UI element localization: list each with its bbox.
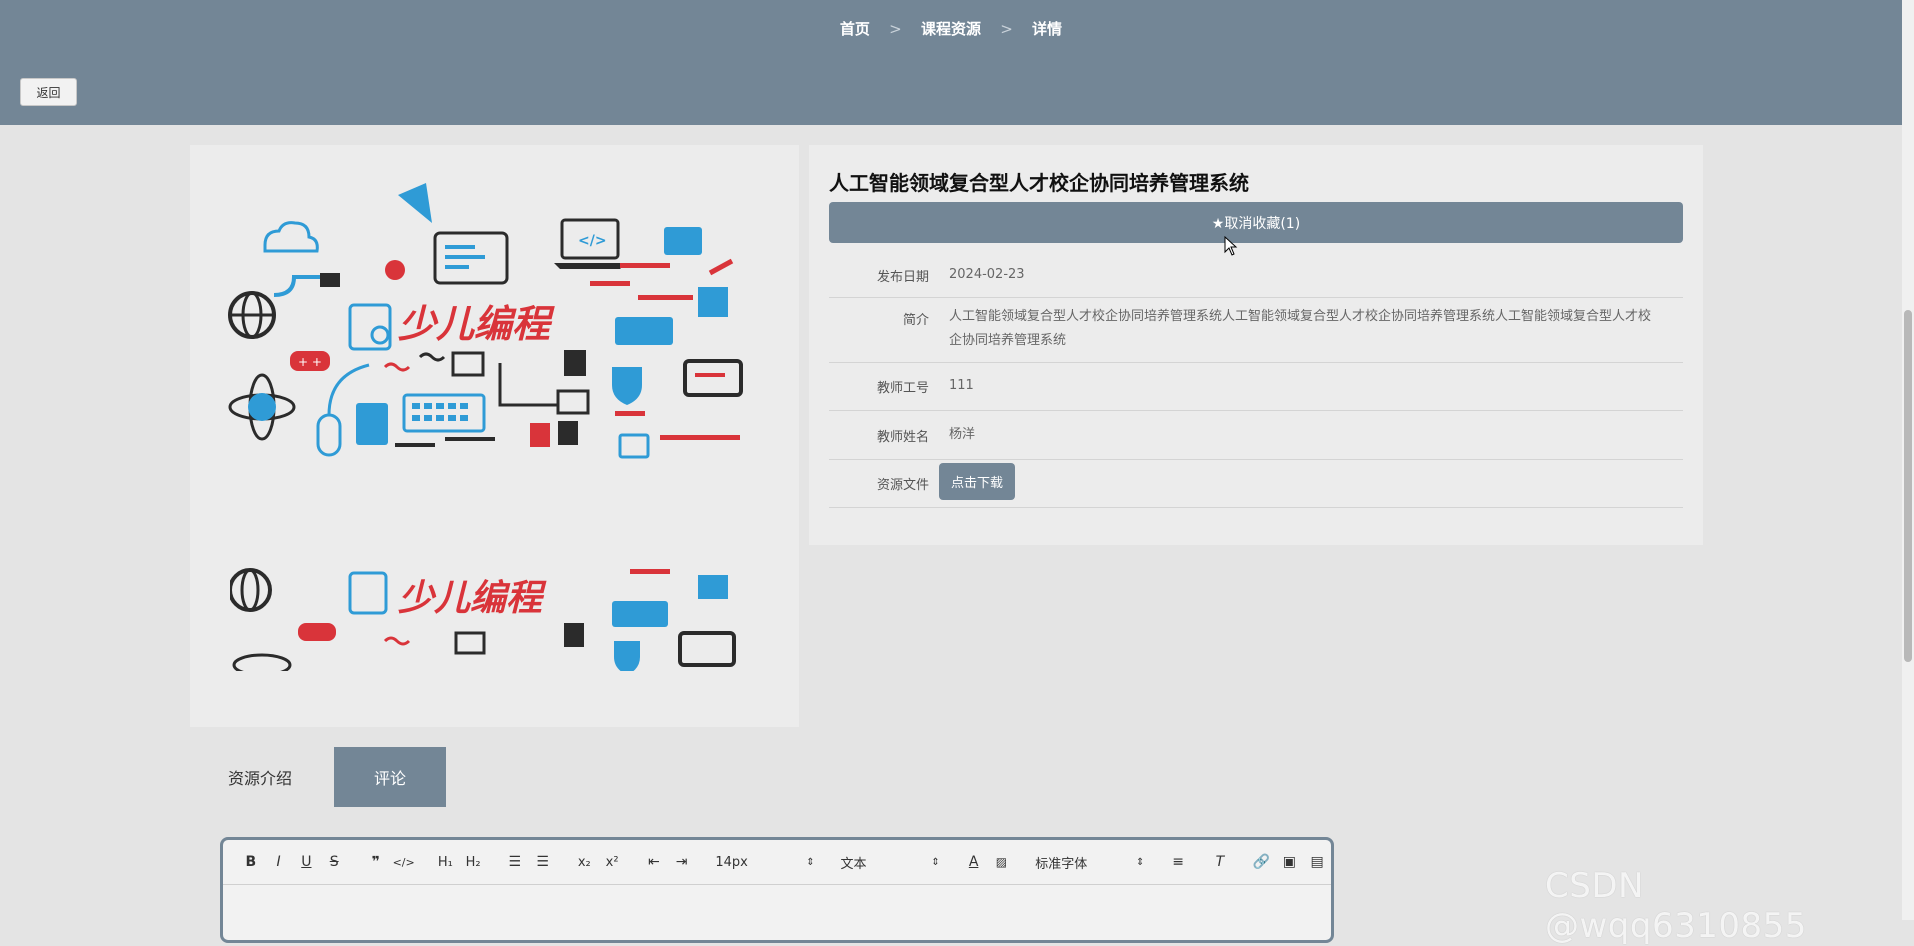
- breadcrumb-section[interactable]: 课程资源: [921, 20, 981, 38]
- back-button[interactable]: 返回: [20, 78, 77, 106]
- publish-date-label: 发布日期: [876, 270, 929, 285]
- font-size-value: 14px: [715, 854, 748, 870]
- publish-date-value: 2024-02-23: [949, 267, 1025, 282]
- tab-resource-intro[interactable]: 资源介绍: [210, 747, 310, 807]
- intro-value: 人工智能领域复合型人才校企协同培养管理系统人工智能领域复合型人才校企协同培养管理…: [949, 309, 1652, 348]
- cover-title-secondary: 少儿编程: [398, 578, 547, 619]
- breadcrumb-home[interactable]: 首页: [840, 20, 870, 38]
- info-row-teacher-name: 教师姓名 杨洋: [829, 410, 1683, 460]
- font-family-value: 标准字体: [1035, 856, 1088, 872]
- font-color-icon[interactable]: A: [960, 848, 988, 876]
- link-icon[interactable]: 🔗: [1248, 848, 1276, 876]
- cover-illustration: + + </> 少儿编程 少儿编程: [228, 183, 743, 671]
- top-banner: 首页 > 课程资源 > 详情 返回: [0, 0, 1902, 125]
- info-row-teacher-id: 教师工号 111: [829, 362, 1683, 411]
- cover-title: 少儿编程: [398, 302, 555, 346]
- breadcrumb-separator: >: [1000, 20, 1013, 38]
- align-icon[interactable]: ≡: [1164, 848, 1192, 876]
- code-block-icon[interactable]: </>: [390, 848, 418, 876]
- info-row-intro: 简介 人工智能领域复合型人才校企协同培养管理系统人工智能领域复合型人才校企协同培…: [829, 297, 1683, 363]
- bullet-list-icon[interactable]: ☰: [529, 848, 557, 876]
- strikethrough-icon[interactable]: S: [320, 848, 348, 876]
- cover-image-main: + + </> 少儿编程: [228, 183, 743, 459]
- editor-toolbar: B I U S ❞ </> H₁ H₂ ☰ ☰ x₂ x² ⇤ ⇥ 14px ⇕…: [223, 840, 1331, 885]
- block-type-select[interactable]: 文本 ⇕: [835, 848, 946, 876]
- teacher-name-label: 教师姓名: [876, 430, 929, 445]
- teacher-id-label: 教师工号: [876, 381, 929, 396]
- watermark: CSDN @wqq6310855: [1545, 866, 1807, 946]
- select-arrows-icon: ⇕: [806, 856, 815, 868]
- ordered-list-icon[interactable]: ☰: [501, 848, 529, 876]
- comment-editor[interactable]: B I U S ❞ </> H₁ H₂ ☰ ☰ x₂ x² ⇤ ⇥ 14px ⇕…: [220, 837, 1334, 943]
- svg-text:</>: </>: [578, 233, 607, 249]
- subscript-icon[interactable]: x₂: [570, 848, 598, 876]
- page-scrollbar[interactable]: [1902, 0, 1914, 920]
- breadcrumb-separator: >: [889, 20, 902, 38]
- resource-detail-panel: 人工智能领域复合型人才校企协同培养管理系统 ★取消收藏(1) 发布日期 2024…: [809, 145, 1703, 545]
- indent-icon[interactable]: ⇥: [668, 848, 696, 876]
- unfavorite-button[interactable]: ★取消收藏(1): [829, 202, 1683, 243]
- resource-file-label: 资源文件: [876, 478, 929, 493]
- image-icon[interactable]: ▣: [1275, 848, 1303, 876]
- background-color-icon[interactable]: ▨: [988, 848, 1016, 876]
- tab-comment[interactable]: 评论: [334, 747, 446, 807]
- blockquote-icon[interactable]: ❞: [362, 848, 390, 876]
- underline-icon[interactable]: U: [292, 848, 320, 876]
- italic-icon[interactable]: I: [265, 848, 293, 876]
- font-size-select[interactable]: 14px ⇕: [709, 848, 820, 876]
- select-arrows-icon: ⇕: [931, 856, 940, 868]
- resource-title: 人工智能领域复合型人才校企协同培养管理系统: [829, 171, 1249, 195]
- mouse-cursor-icon: [1224, 236, 1238, 256]
- download-button[interactable]: 点击下载: [939, 463, 1015, 500]
- font-family-select[interactable]: 标准字体 ⇕: [1029, 848, 1150, 876]
- scrollbar-thumb[interactable]: [1904, 310, 1912, 662]
- teacher-name-value: 杨洋: [949, 427, 976, 442]
- superscript-icon[interactable]: x²: [598, 848, 626, 876]
- clear-format-icon[interactable]: T: [1206, 848, 1234, 876]
- video-icon[interactable]: ▤: [1303, 848, 1331, 876]
- breadcrumb: 首页 > 课程资源 > 详情: [0, 18, 1902, 39]
- bold-icon[interactable]: B: [237, 848, 265, 876]
- info-row-resource-file: 资源文件 点击下载: [829, 459, 1683, 508]
- breadcrumb-current: 详情: [1032, 20, 1063, 38]
- outdent-icon[interactable]: ⇤: [640, 848, 668, 876]
- info-row-publish-date: 发布日期 2024-02-23: [829, 255, 1683, 298]
- heading-2-icon[interactable]: H₂: [459, 848, 487, 876]
- block-type-value: 文本: [840, 856, 867, 872]
- heading-1-icon[interactable]: H₁: [431, 848, 459, 876]
- teacher-id-value: 111: [949, 378, 974, 393]
- select-arrows-icon: ⇕: [1135, 856, 1145, 868]
- cover-image-secondary: 少儿编程: [230, 568, 736, 671]
- cover-image-panel: + + </> 少儿编程 少儿编程: [190, 145, 799, 727]
- svg-text:+ +: + +: [298, 355, 322, 369]
- intro-label: 简介: [902, 313, 929, 328]
